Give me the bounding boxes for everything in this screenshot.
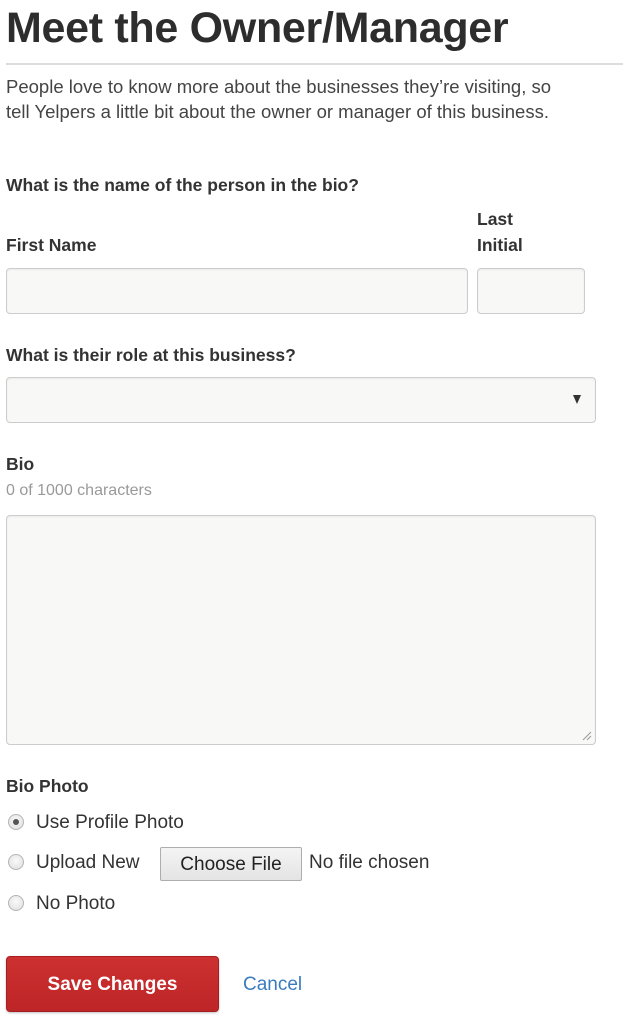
title-divider (6, 63, 623, 65)
radio-label-no-photo[interactable]: No Photo (36, 892, 115, 916)
bio-char-count: 0 of 1000 characters (6, 482, 152, 499)
file-status: No file chosen (309, 852, 430, 873)
role-question: What is their role at this business? (6, 345, 296, 365)
role-select[interactable] (6, 377, 596, 423)
last-initial-input[interactable] (477, 268, 585, 314)
chevron-down-icon (573, 395, 581, 404)
last-initial-label-line2: Initial (477, 235, 523, 255)
first-name-label: First Name (6, 235, 97, 255)
radio-label-upload-new[interactable]: Upload New (36, 851, 140, 875)
choose-file-button[interactable]: Choose File (160, 847, 302, 881)
last-initial-label: Last Initial (477, 206, 523, 258)
radio-use-profile-photo[interactable] (8, 814, 24, 830)
cancel-link[interactable]: Cancel (243, 973, 302, 997)
save-changes-button[interactable]: Save Changes (6, 956, 219, 1012)
resize-grip-icon[interactable] (582, 731, 592, 741)
radio-upload-new[interactable] (8, 854, 24, 870)
name-question: What is the name of the person in the bi… (6, 175, 359, 195)
bio-label: Bio (6, 454, 35, 474)
bio-photo-label: Bio Photo (6, 776, 89, 796)
radio-no-photo[interactable] (8, 895, 24, 911)
intro-text: People love to know more about the busin… (6, 76, 552, 122)
last-initial-label-line1: Last (477, 209, 513, 229)
radio-label-use-profile-photo[interactable]: Use Profile Photo (36, 811, 184, 835)
first-name-input[interactable] (6, 268, 468, 314)
bio-textarea[interactable] (6, 515, 596, 745)
page-title: Meet the Owner/Manager (6, 4, 509, 52)
